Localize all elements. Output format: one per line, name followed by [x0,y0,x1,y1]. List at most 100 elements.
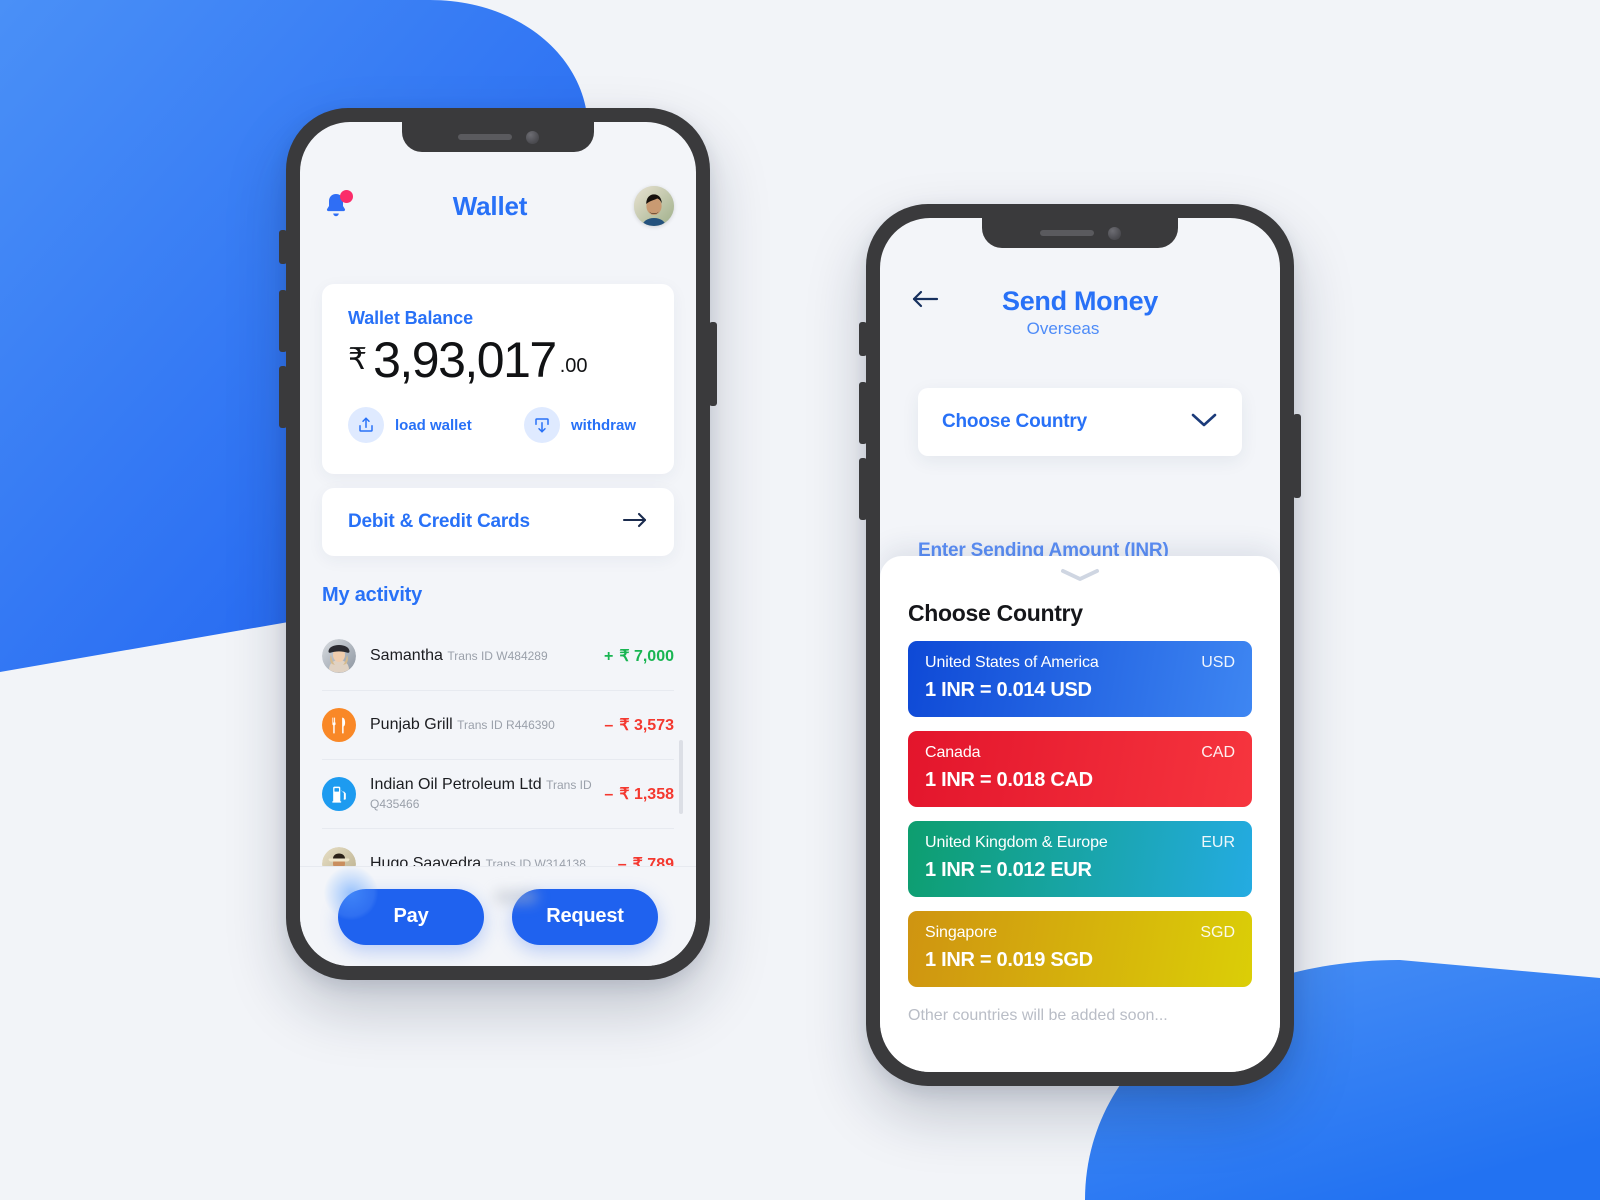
choose-country-bottom-sheet: Choose Country United States of America … [880,556,1280,1072]
currency-code: SGD [1200,924,1235,941]
country-name: Singapore [925,924,998,941]
phone-notch [402,122,594,152]
chevron-down-icon [1061,569,1099,581]
activity-section-title: My activity [322,584,423,606]
transaction-currency: ₹ [619,717,630,734]
wallet-balance-label: Wallet Balance [348,308,473,328]
rupee-symbol: ₹ [348,343,368,376]
transaction-currency: ₹ [619,786,630,803]
front-camera [1107,226,1121,240]
activity-list[interactable]: Samantha Trans ID W484289 + ₹ 7,000 Punja… [322,622,674,898]
wallet-phone: Wallet Wallet Balance ₹ 3,93,017 .00 loa… [279,108,717,980]
download-icon [524,407,560,443]
balance-amount: 3,93,017 [373,332,557,388]
transaction-sign: + [603,648,614,665]
send-money-header: Send Money Overseas [880,286,1280,339]
page-title: Send Money [1001,286,1159,316]
exchange-rate: 1 INR = 0.019 SGD [925,949,1093,971]
page-subtitle: Overseas [1026,319,1100,338]
choose-country-label: Choose Country [942,411,1087,432]
phone-volume-down-button[interactable] [279,366,287,428]
table-row[interactable]: Punjab Grill Trans ID R446390 – ₹ 3,573 [322,691,674,760]
transaction-name: Punjab Grill [370,716,453,733]
transaction-info: Samantha Trans ID W484289 [370,646,604,666]
upload-icon [348,407,384,443]
country-name: Canada [925,744,981,761]
speaker-grille [1039,230,1094,236]
sheet-collapse-handle[interactable] [1059,568,1101,587]
exchange-rate: 1 INR = 0.012 EUR [925,859,1092,881]
wallet-header: Wallet [300,178,696,234]
transaction-amount: + ₹ 7,000 [604,646,674,666]
balance-actions: load wallet withdraw [348,407,648,443]
transaction-info: Indian Oil Petroleum Ltd Trans ID Q43546… [370,775,604,813]
contact-photo-avatar [322,639,356,673]
table-row[interactable]: Indian Oil Petroleum Ltd Trans ID Q43546… [322,760,674,829]
restaurant-icon [322,708,356,742]
user-avatar-image [634,186,674,226]
transaction-amount: – ₹ 3,573 [604,715,674,735]
phone2-mute-switch[interactable] [859,322,867,356]
sheet-title: Choose Country [908,600,1083,626]
country-option-uk-europe[interactable]: United Kingdom & Europe EUR 1 INR = 0.01… [908,821,1252,897]
transaction-name: Samantha [370,647,443,664]
scrollbar[interactable] [679,740,683,814]
fuel-icon [322,777,356,811]
withdraw-button[interactable]: withdraw [524,407,636,443]
sheet-note: Other countries will be added soon... [908,1007,1168,1024]
transaction-value: 3,573 [633,717,674,734]
exchange-rate: 1 INR = 0.018 CAD [925,769,1093,791]
wallet-balance-value: ₹ 3,93,017 .00 [348,335,648,385]
country-option-singapore[interactable]: Singapore SGD 1 INR = 0.019 SGD [908,911,1252,987]
transaction-sign: – [604,786,614,803]
transaction-name: Indian Oil Petroleum Ltd [370,776,542,793]
balance-cents: .00 [559,355,588,377]
phone2-power-button[interactable] [1293,414,1301,498]
wallet-balance-card: Wallet Balance ₹ 3,93,017 .00 load walle… [322,284,674,474]
currency-code: CAD [1201,744,1235,761]
transaction-id: Trans ID R446390 [457,718,555,732]
arrow-right-icon [622,511,648,534]
currency-code: EUR [1201,834,1235,851]
transaction-currency: ₹ [619,648,630,665]
avatar[interactable] [634,186,674,226]
transaction-value: 7,000 [633,648,674,665]
front-camera [525,130,539,144]
withdraw-label: withdraw [571,416,637,434]
notification-badge-dot [340,190,353,203]
notifications-button[interactable] [322,190,353,221]
background-decoration [0,0,1600,1200]
table-row[interactable]: Samantha Trans ID W484289 + ₹ 7,000 [322,622,674,691]
bottom-action-bar: Pay Request [300,866,696,966]
transaction-id: Trans ID W484289 [447,649,548,663]
choose-country-select[interactable]: Choose Country [918,388,1242,456]
touch-glow-indicator [324,866,378,920]
phone2-volume-up-button[interactable] [859,382,867,444]
currency-code: USD [1201,654,1235,671]
exchange-rate: 1 INR = 0.014 USD [925,679,1092,701]
load-wallet-label: load wallet [395,416,472,434]
speaker-grille [457,134,512,140]
chevron-down-icon [1190,412,1218,433]
country-option-canada[interactable]: Canada CAD 1 INR = 0.018 CAD [908,731,1252,807]
phone2-volume-down-button[interactable] [859,458,867,520]
page-title: Wallet [452,190,528,221]
debit-credit-cards-button[interactable]: Debit & Credit Cards [322,488,674,556]
ghost-shadow [494,890,538,904]
phone-volume-up-button[interactable] [279,290,287,352]
country-name: United States of America [925,654,1099,671]
country-name: United Kingdom & Europe [925,834,1108,851]
transaction-amount: – ₹ 1,358 [604,784,674,804]
transaction-value: 1,358 [633,786,674,803]
transaction-sign: – [604,717,614,734]
phone-mute-switch[interactable] [279,230,287,264]
phone-power-button[interactable] [709,322,717,406]
phone-notch [982,218,1178,248]
country-option-usa[interactable]: United States of America USD 1 INR = 0.0… [908,641,1252,717]
wallet-screen: Wallet Wallet Balance ₹ 3,93,017 .00 loa… [300,122,696,966]
send-money-screen: Send Money Overseas Choose Country Enter… [880,218,1280,1072]
load-wallet-button[interactable]: load wallet [348,407,524,443]
transaction-info: Punjab Grill Trans ID R446390 [370,715,604,735]
send-money-phone: Send Money Overseas Choose Country Enter… [859,204,1301,1086]
debit-credit-cards-label: Debit & Credit Cards [348,511,530,532]
